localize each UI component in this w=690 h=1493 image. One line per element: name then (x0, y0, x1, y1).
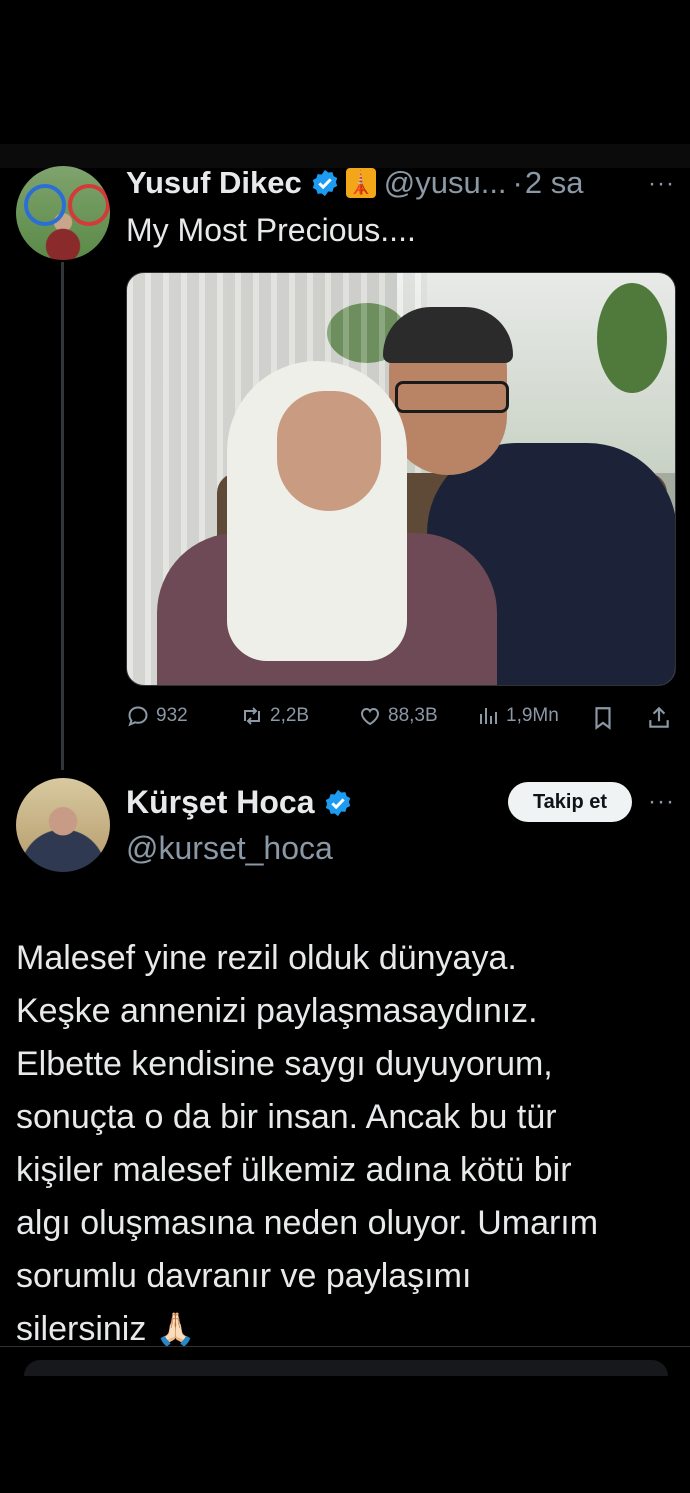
like-button[interactable]: 88,3B (358, 704, 438, 728)
verified-icon (312, 169, 337, 197)
reply-button[interactable]: 932 (126, 704, 188, 728)
tweet1-header: Yusuf Dikec 🗼 @yusu... · 2 sa (126, 165, 584, 201)
avatar-yusuf-dikec[interactable] (16, 166, 110, 260)
views-icon (480, 708, 497, 724)
tweet-line: Keşke annenizi paylaşmasaydınız. (16, 992, 538, 1030)
tweet-photo[interactable] (126, 272, 676, 686)
views-button[interactable]: 1,9Mn (476, 704, 559, 728)
olympic-ring (24, 184, 66, 226)
photo-woman-face (277, 391, 381, 511)
author-handle[interactable]: @yusu... (384, 165, 507, 201)
author-handle[interactable]: @kurset_hoca (126, 830, 333, 867)
photo-glasses (395, 381, 509, 413)
tweet-line: Elbette kendisine saygı duyuyorum, (16, 1045, 553, 1083)
eiffel-badge-icon: 🗼 (345, 168, 376, 198)
photo-man-hair (383, 307, 513, 363)
repost-count: 2,2B (270, 705, 310, 726)
separator-dot: · (512, 165, 523, 200)
tweet1-actions: 932 2,2B 88,3B 1,9Mn (126, 704, 674, 734)
tweet-line: algı oluşmasına neden oluyor. Umarım (16, 1204, 599, 1242)
author-name[interactable]: Kürşet Hoca (126, 784, 315, 821)
tweet2-text: Malesef yine rezil olduk dünyaya. Keşke … (16, 932, 676, 1356)
tweet-line: sorumlu davranır ve paylaşımı (16, 1257, 472, 1295)
tweet-line: kişiler malesef ülkemiz adına kötü bir (16, 1151, 572, 1189)
share-icon[interactable] (646, 705, 672, 731)
tweet-line: Malesef yine rezil olduk dünyaya. (16, 939, 517, 977)
more-icon[interactable]: ··· (648, 170, 675, 198)
like-icon (360, 707, 380, 726)
more-icon[interactable]: ··· (648, 788, 675, 816)
tweet1-text: My Most Precious.... (126, 212, 416, 248)
bottom-divider (0, 1346, 690, 1347)
olympic-ring (68, 184, 110, 226)
repost-icon (244, 707, 260, 725)
praying-hands-icon: 🙏🏻 (155, 1311, 196, 1347)
author-name[interactable]: Yusuf Dikec (126, 165, 302, 201)
views-count: 1,9Mn (506, 705, 559, 726)
like-count: 88,3B (388, 705, 438, 726)
thread-connector (61, 262, 64, 770)
verified-icon (325, 789, 350, 816)
reply-composer-edge (24, 1360, 668, 1376)
avatar-kurset-hoca[interactable] (16, 778, 110, 872)
timestamp[interactable]: 2 sa (525, 165, 584, 201)
bookmark-icon[interactable] (590, 705, 616, 731)
tweet-line: sonuçta o da bir insan. Ancak bu tür (16, 1098, 557, 1136)
top-divider (0, 144, 690, 168)
photo-plant (597, 283, 667, 393)
tweet2-author: Kürşet Hoca (126, 784, 353, 821)
reply-icon (128, 706, 148, 727)
tweet-line-last: silersiniz 🙏🏻 (16, 1303, 676, 1356)
reply-count: 932 (156, 705, 188, 726)
repost-button[interactable]: 2,2B (240, 704, 309, 728)
status-area (0, 0, 690, 168)
follow-button[interactable]: Takip et (508, 782, 632, 822)
tweet-line: silersiniz (16, 1310, 147, 1348)
